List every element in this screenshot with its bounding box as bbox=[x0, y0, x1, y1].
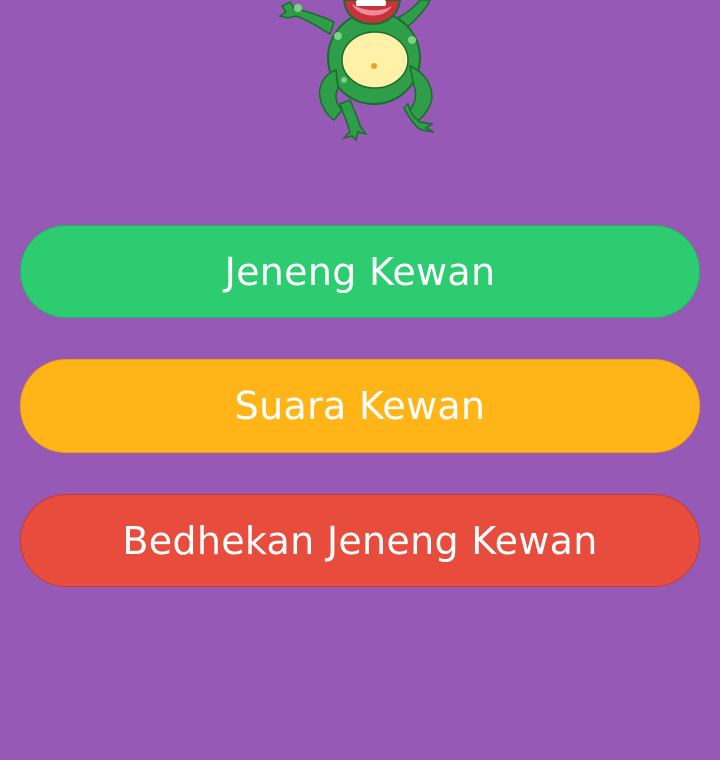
main-menu-screen: Jeneng Kewan Suara Kewan Bedhekan Jeneng… bbox=[0, 0, 720, 760]
frog-icon bbox=[278, 0, 435, 142]
animal-sounds-button-label: Suara Kewan bbox=[234, 384, 486, 428]
main-menu: Jeneng Kewan Suara Kewan Bedhekan Jeneng… bbox=[20, 225, 700, 628]
animal-names-button[interactable]: Jeneng Kewan bbox=[20, 225, 700, 318]
animal-sounds-button[interactable]: Suara Kewan bbox=[20, 359, 700, 453]
guess-animal-name-button[interactable]: Bedhekan Jeneng Kewan bbox=[20, 494, 700, 587]
animal-names-button-label: Jeneng Kewan bbox=[224, 249, 496, 294]
guess-animal-name-button-label: Bedhekan Jeneng Kewan bbox=[122, 518, 598, 563]
